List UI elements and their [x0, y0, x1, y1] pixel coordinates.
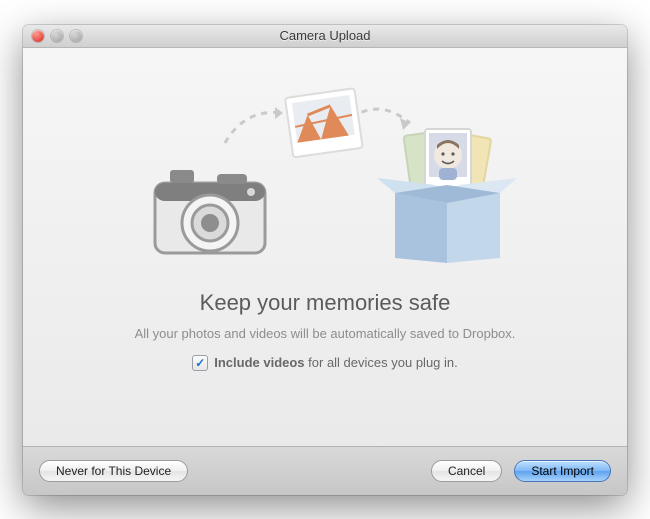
button-bar: Never for This Device Cancel Start Impor…	[23, 446, 627, 495]
headline: Keep your memories safe	[200, 290, 451, 316]
dialog-window: Camera Upload	[23, 25, 627, 495]
cancel-button[interactable]: Cancel	[431, 460, 502, 482]
include-videos-checkbox[interactable]: ✓	[192, 355, 208, 371]
include-videos-label-rest: for all devices you plug in.	[305, 355, 458, 370]
titlebar: Camera Upload	[23, 25, 627, 48]
start-import-button[interactable]: Start Import	[514, 460, 611, 482]
never-for-this-device-button[interactable]: Never for This Device	[39, 460, 188, 482]
dialog-content: Keep your memories safe All your photos …	[23, 48, 627, 446]
checkmark-icon: ✓	[195, 357, 205, 369]
window-title: Camera Upload	[23, 28, 627, 43]
traffic-lights	[23, 30, 82, 42]
zoom-icon[interactable]	[70, 30, 82, 42]
minimize-icon[interactable]	[51, 30, 63, 42]
include-videos-row: ✓ Include videos for all devices you plu…	[192, 355, 458, 371]
camera-upload-illustration	[125, 78, 525, 268]
include-videos-label-bold: Include videos	[214, 355, 304, 370]
close-icon[interactable]	[32, 30, 44, 42]
subtext: All your photos and videos will be autom…	[135, 326, 516, 341]
